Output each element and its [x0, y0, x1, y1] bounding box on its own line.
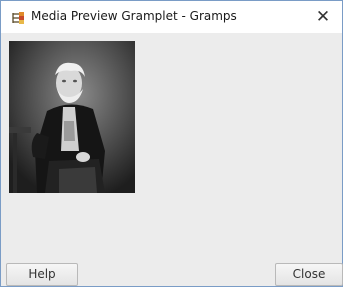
- media-preview-window: Media Preview Gramplet - Gramps ✕ Help C…: [0, 0, 343, 287]
- help-button[interactable]: Help: [6, 263, 78, 286]
- photo-preview-icon[interactable]: [9, 41, 135, 193]
- close-icon[interactable]: ✕: [312, 6, 334, 28]
- close-button[interactable]: Close: [275, 263, 343, 286]
- title-bar[interactable]: Media Preview Gramplet - Gramps ✕: [1, 1, 342, 33]
- window-title: Media Preview Gramplet - Gramps: [31, 9, 237, 23]
- gramps-tree-icon: [10, 10, 26, 24]
